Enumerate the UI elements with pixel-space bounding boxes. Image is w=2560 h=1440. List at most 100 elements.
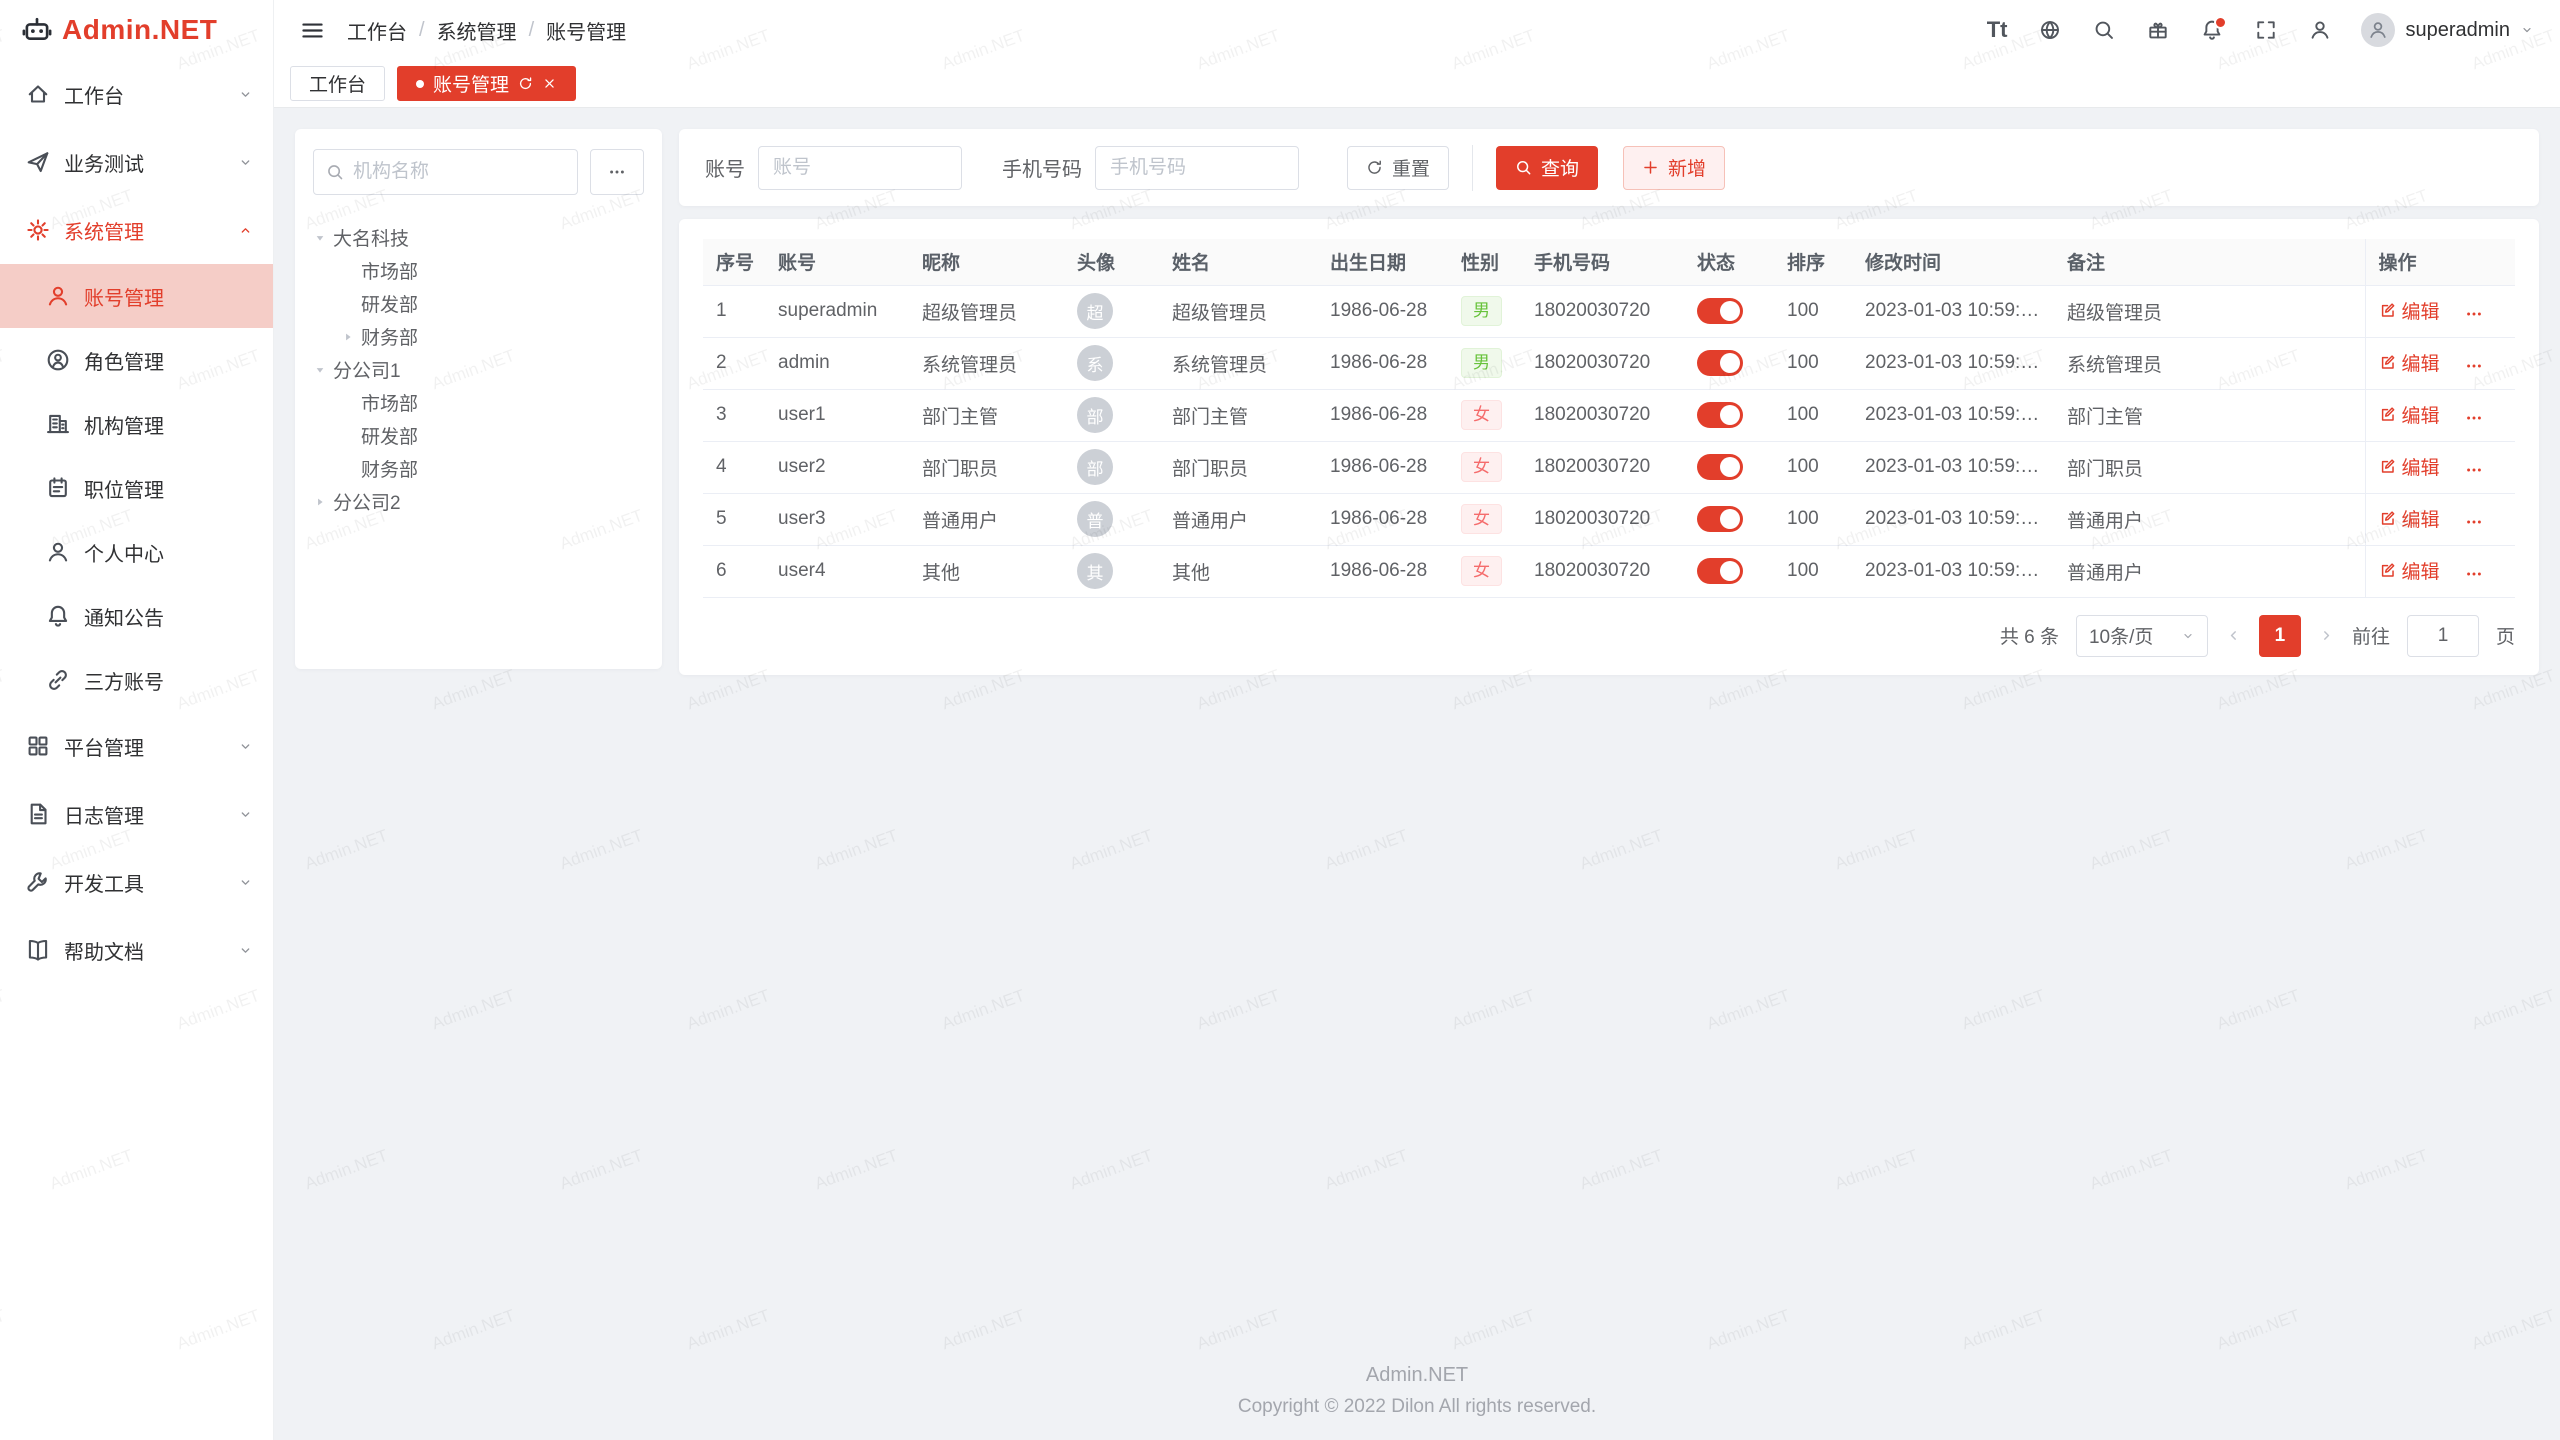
user-menu[interactable]: superadmin: [2361, 13, 2534, 47]
more-actions-button[interactable]: [2465, 513, 2483, 531]
chevron-down-icon: [238, 807, 253, 822]
page-1-button[interactable]: 1: [2259, 615, 2301, 657]
tree-node[interactable]: 财务部: [341, 452, 644, 485]
status-toggle[interactable]: [1697, 506, 1743, 532]
status-toggle[interactable]: [1697, 298, 1743, 324]
sidebar-item-platform-management[interactable]: 平台管理: [0, 712, 273, 780]
tree-node[interactable]: 大名科技: [313, 221, 644, 254]
cell-phone: 18020030720: [1521, 493, 1684, 545]
cell-status: [1684, 389, 1774, 441]
caret-down-icon[interactable]: [313, 363, 327, 377]
tree-node[interactable]: 市场部: [341, 254, 644, 287]
status-toggle[interactable]: [1697, 350, 1743, 376]
tree-more-button[interactable]: [590, 149, 644, 195]
search-icon[interactable]: [2093, 19, 2115, 41]
chevron-down-icon: [238, 739, 253, 754]
edit-button[interactable]: 编辑: [2379, 349, 2440, 376]
caret-right-icon[interactable]: [313, 495, 327, 509]
more-actions-button[interactable]: [2465, 357, 2483, 375]
goto-page-input[interactable]: [2407, 615, 2479, 657]
status-toggle[interactable]: [1697, 558, 1743, 584]
breadcrumb-item-1[interactable]: 系统管理: [437, 16, 517, 45]
notification-icon[interactable]: [2201, 19, 2223, 41]
page-size-select[interactable]: 10条/页: [2076, 615, 2208, 657]
caret-down-icon[interactable]: [313, 231, 327, 245]
reset-button[interactable]: 重置: [1347, 146, 1449, 190]
font-size-icon[interactable]: Tt: [1987, 19, 2008, 41]
sidebar-item-role-management[interactable]: 角色管理: [0, 328, 273, 392]
account-input[interactable]: [758, 146, 962, 190]
edit-button[interactable]: 编辑: [2379, 557, 2440, 584]
sidebar-item-position-management[interactable]: 职位管理: [0, 456, 273, 520]
edit-icon: [2379, 562, 2396, 579]
globe-icon[interactable]: [2039, 19, 2061, 41]
sidebar-item-workbench[interactable]: 工作台: [0, 60, 273, 128]
table-row: 3 user1 部门主管 部 部门主管 1986-06-28 女 1802003…: [703, 389, 2515, 441]
cell-gender: 男: [1448, 337, 1521, 389]
close-icon[interactable]: [542, 76, 557, 91]
tree-node[interactable]: 研发部: [341, 287, 644, 320]
refresh-icon[interactable]: [518, 76, 533, 91]
cell-gender: 女: [1448, 493, 1521, 545]
gift-icon[interactable]: [2147, 19, 2169, 41]
more-actions-button[interactable]: [2465, 305, 2483, 323]
column-header: 备注: [2054, 239, 2365, 285]
logo[interactable]: Admin.NET: [0, 0, 273, 60]
sidebar-item-help-docs[interactable]: 帮助文档: [0, 916, 273, 984]
breadcrumb-item-0[interactable]: 工作台: [347, 16, 407, 45]
sidebar-item-label: 日志管理: [64, 800, 144, 829]
table-body: 1 superadmin 超级管理员 超 超级管理员 1986-06-28 男 …: [703, 285, 2515, 597]
status-toggle[interactable]: [1697, 402, 1743, 428]
org-search-box[interactable]: [313, 149, 578, 195]
edit-button[interactable]: 编辑: [2379, 453, 2440, 480]
sidebar-item-third-party-account[interactable]: 三方账号: [0, 648, 273, 712]
tree-node[interactable]: 市场部: [341, 386, 644, 419]
phone-input[interactable]: [1095, 146, 1299, 190]
link-icon: [46, 668, 70, 692]
edit-button[interactable]: 编辑: [2379, 505, 2440, 532]
tree-node[interactable]: 分公司2: [313, 485, 644, 518]
sidebar-item-system-management[interactable]: 系统管理: [0, 196, 273, 264]
sidebar-item-notice-announcement[interactable]: 通知公告: [0, 584, 273, 648]
tab-account-management[interactable]: 账号管理: [397, 66, 576, 101]
breadcrumb-item-2[interactable]: 账号管理: [546, 16, 626, 45]
right-side: 工作台/系统管理/账号管理 Tt superadmin 工作台 账号管理: [274, 0, 2560, 1440]
sidebar-item-dev-tools[interactable]: 开发工具: [0, 848, 273, 916]
sidebar-item-org-management[interactable]: 机构管理: [0, 392, 273, 456]
menu-toggle-icon[interactable]: [300, 18, 325, 43]
sidebar-item-business-test[interactable]: 业务测试: [0, 128, 273, 196]
sidebar-item-label: 职位管理: [84, 474, 164, 503]
status-toggle[interactable]: [1697, 454, 1743, 480]
edit-button[interactable]: 编辑: [2379, 297, 2440, 324]
user-icon[interactable]: [2309, 19, 2331, 41]
tree-node[interactable]: 研发部: [341, 419, 644, 452]
more-actions-button[interactable]: [2465, 409, 2483, 427]
cell-phone: 18020030720: [1521, 285, 1684, 337]
user-icon: [46, 284, 70, 308]
cell-name: 系统管理员: [1159, 337, 1317, 389]
cell-birthdate: 1986-06-28: [1317, 441, 1448, 493]
tree-node[interactable]: 分公司1: [313, 353, 644, 386]
fullscreen-icon[interactable]: [2255, 19, 2277, 41]
search-button[interactable]: 查询: [1496, 146, 1598, 190]
tab-workbench[interactable]: 工作台: [290, 66, 385, 101]
username: superadmin: [2405, 19, 2510, 42]
prev-page-button[interactable]: [2225, 627, 2242, 644]
table-row: 6 user4 其他 其 其他 1986-06-28 女 18020030720…: [703, 545, 2515, 597]
add-button[interactable]: 新增: [1623, 146, 1725, 190]
column-header: 头像: [1064, 239, 1159, 285]
gender-badge: 女: [1461, 452, 1502, 482]
more-actions-button[interactable]: [2465, 461, 2483, 479]
caret-right-icon[interactable]: [341, 330, 355, 344]
cell-status: [1684, 285, 1774, 337]
sidebar-item-profile-center[interactable]: 个人中心: [0, 520, 273, 584]
avatar: 其: [1077, 553, 1113, 589]
next-page-button[interactable]: [2318, 627, 2335, 644]
gender-badge: 女: [1461, 504, 1502, 534]
org-search-input[interactable]: [353, 161, 565, 183]
edit-button[interactable]: 编辑: [2379, 401, 2440, 428]
sidebar-item-log-management[interactable]: 日志管理: [0, 780, 273, 848]
sidebar-item-account-management[interactable]: 账号管理: [0, 264, 273, 328]
tree-node[interactable]: 财务部: [341, 320, 644, 353]
more-actions-button[interactable]: [2465, 565, 2483, 583]
